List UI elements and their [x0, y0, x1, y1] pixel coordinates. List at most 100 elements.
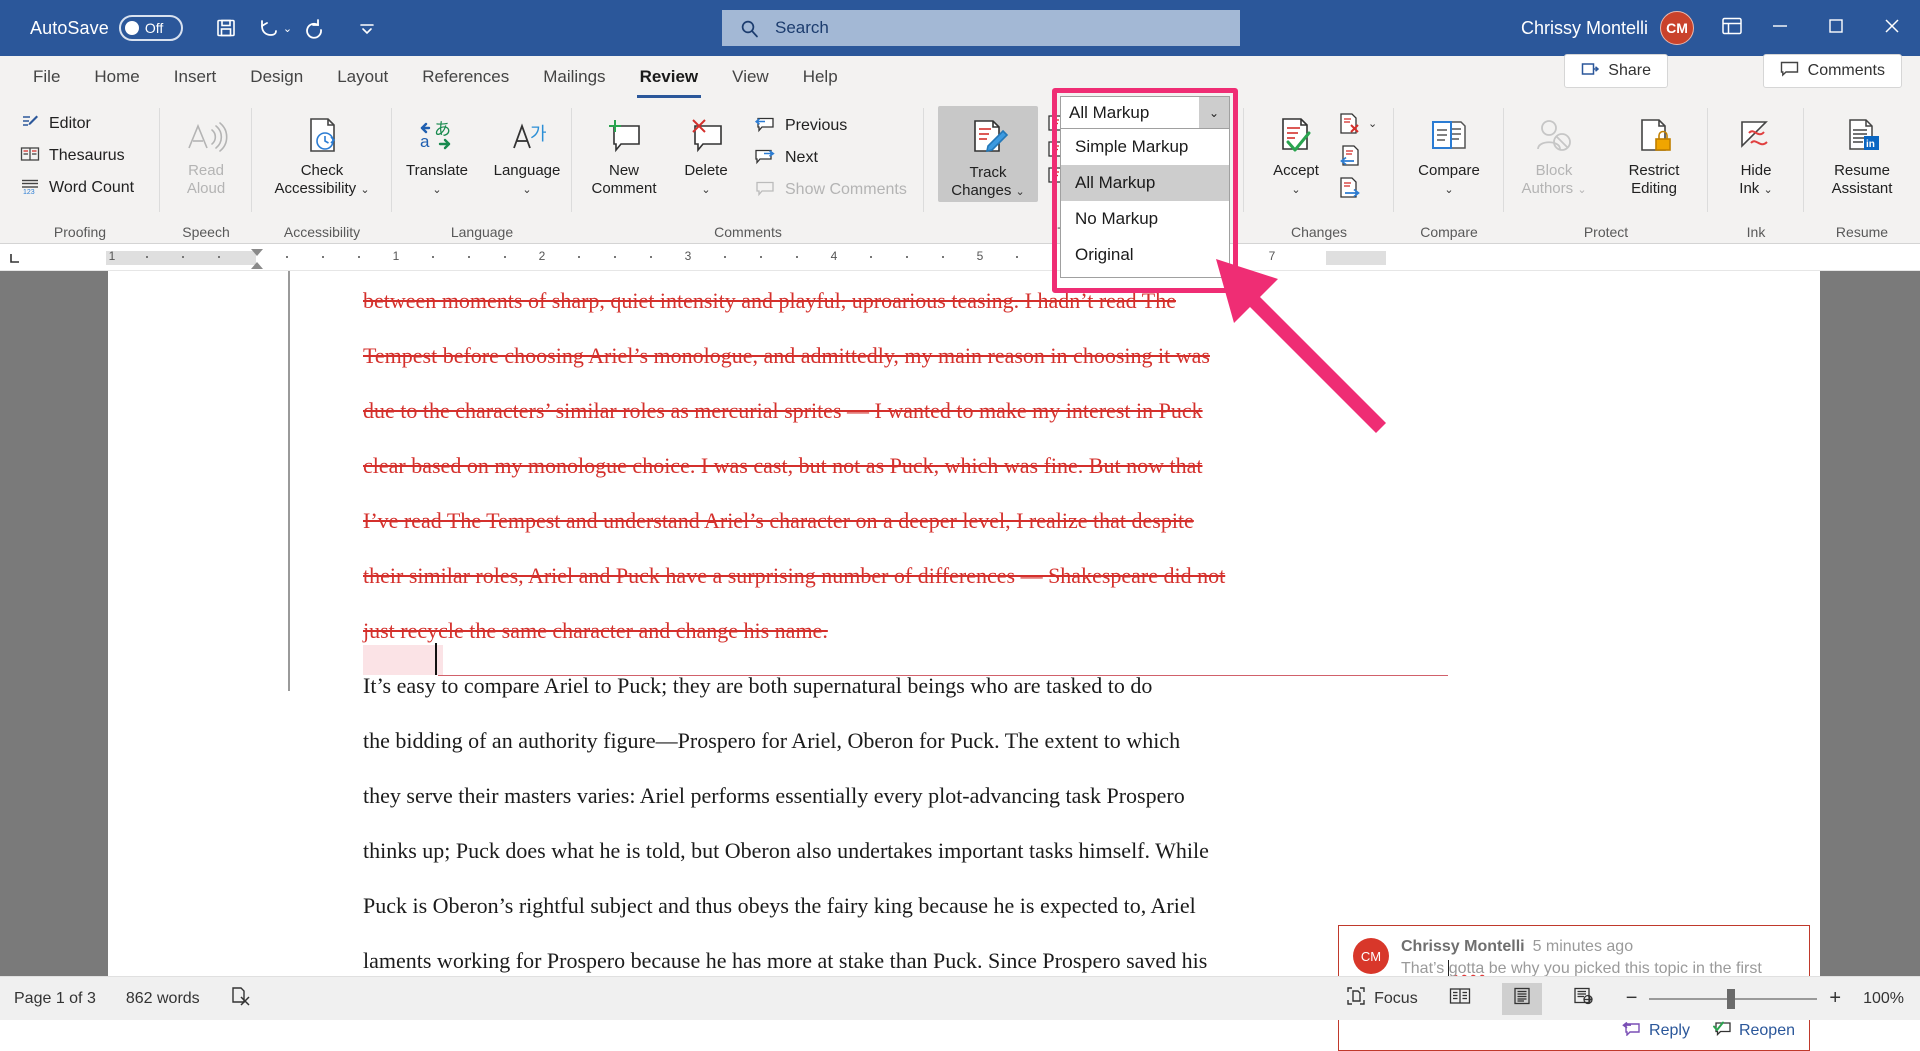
compare-button[interactable]: Compare⌄ — [1394, 106, 1504, 197]
redo-button[interactable] — [294, 8, 336, 48]
markup-option-all[interactable]: All Markup — [1061, 165, 1229, 201]
autosave-control[interactable]: AutoSave Off — [30, 15, 183, 41]
new-comment-button[interactable]: New Comment — [578, 106, 670, 206]
zoom-in-button[interactable]: + — [1829, 987, 1841, 1010]
previous-comment-button[interactable]: Previous — [748, 110, 913, 142]
restrict-editing-label: Restrict Editing — [1629, 162, 1680, 197]
document-page[interactable]: between moments of sharp, quiet intensit… — [108, 271, 1820, 976]
reject-dropdown-caret[interactable]: ⌄ — [1368, 119, 1377, 130]
tab-view[interactable]: View — [715, 56, 786, 98]
zoom-level-label[interactable]: 100% — [1863, 990, 1904, 1008]
show-comments-icon — [754, 179, 776, 202]
previous-change-button[interactable] — [1338, 140, 1377, 172]
track-changes-button[interactable]: Track Changes ⌄ — [938, 106, 1038, 202]
ruler-number: 1 — [109, 249, 116, 263]
hide-ink-button[interactable]: Hide Ink ⌄ — [1708, 106, 1804, 197]
ruler-number: 1 — [393, 249, 400, 263]
title-bar: AutoSave Off ⌄ — [0, 0, 1920, 56]
ribbon-display-options-icon — [1721, 16, 1743, 41]
focus-mode-button[interactable]: Focus — [1346, 986, 1418, 1011]
comment-author: Chrissy Montelli — [1401, 938, 1525, 956]
reopen-button[interactable]: Reopen — [1712, 1020, 1795, 1041]
deleted-line: their similar roles, Ariel and Puck have… — [363, 548, 1303, 603]
read-aloud-button[interactable]: Read Aloud — [160, 106, 252, 197]
maximize-button[interactable] — [1808, 0, 1864, 56]
language-button[interactable]: 가 Language⌄ — [482, 106, 572, 197]
display-for-review-combo[interactable]: All Markup ⌄ — [1060, 96, 1230, 129]
tab-stop-left-icon[interactable] — [0, 245, 30, 271]
resume-assistant-button[interactable]: in Resume Assistant — [1804, 106, 1920, 197]
accept-button[interactable]: Accept⌄ — [1254, 106, 1338, 204]
tab-home[interactable]: Home — [77, 56, 156, 98]
hide-ink-label: Hide Ink ⌄ — [1739, 162, 1772, 197]
thesaurus-button[interactable]: Thesaurus — [14, 140, 140, 172]
tab-help[interactable]: Help — [786, 56, 855, 98]
save-button[interactable] — [205, 8, 247, 48]
tab-references[interactable]: References — [405, 56, 526, 98]
reply-comment-icon — [1622, 1020, 1642, 1041]
accept-icon — [1273, 112, 1319, 160]
next-comment-button[interactable]: Next — [748, 142, 913, 174]
chevron-down-icon[interactable]: ⌄ — [1199, 97, 1229, 128]
word-count-indicator[interactable]: 862 words — [126, 990, 200, 1008]
document-text[interactable]: between moments of sharp, quiet intensit… — [363, 273, 1303, 988]
ribbon-display-options-button[interactable] — [1714, 12, 1750, 44]
group-label-compare: Compare — [1394, 224, 1504, 240]
word-count-button[interactable]: 123 Word Count — [14, 172, 140, 204]
markup-option-simple[interactable]: Simple Markup — [1061, 129, 1229, 165]
delete-comment-button[interactable]: Delete⌄ — [670, 106, 742, 206]
autosave-toggle[interactable]: Off — [119, 15, 183, 41]
tab-design[interactable]: Design — [233, 56, 320, 98]
page-indicator[interactable]: Page 1 of 3 — [14, 990, 96, 1008]
zoom-slider[interactable]: − + — [1626, 987, 1841, 1010]
body-line: they serve their masters varies: Ariel p… — [363, 768, 1303, 823]
proofing-errors-icon[interactable] — [230, 986, 252, 1011]
editor-button[interactable]: Editor — [14, 108, 140, 140]
focus-mode-icon — [1346, 986, 1366, 1011]
reject-button[interactable]: ⌄ — [1338, 108, 1377, 140]
customize-quick-access-button[interactable] — [346, 8, 388, 48]
close-icon — [1883, 17, 1901, 40]
search-box[interactable]: Search — [722, 10, 1240, 46]
tab-insert[interactable]: Insert — [157, 56, 234, 98]
translate-label: Translate⌄ — [406, 162, 468, 197]
markup-option-no[interactable]: No Markup — [1061, 201, 1229, 237]
tab-review[interactable]: Review — [623, 56, 716, 98]
comments-button[interactable]: Comments — [1763, 54, 1902, 88]
track-changes-icon — [965, 114, 1011, 162]
tab-layout[interactable]: Layout — [320, 56, 405, 98]
zoom-out-button[interactable]: − — [1626, 987, 1638, 1010]
translate-button[interactable]: a あ Translate⌄ — [392, 106, 482, 197]
close-button[interactable] — [1864, 0, 1920, 56]
read-mode-icon — [1449, 987, 1471, 1010]
comment-timestamp: 5 minutes ago — [1533, 938, 1634, 956]
check-accessibility-button[interactable]: Check Accessibility ⌄ — [252, 106, 392, 197]
zoom-knob[interactable] — [1727, 989, 1735, 1009]
next-change-button[interactable] — [1338, 172, 1377, 204]
read-mode-button[interactable] — [1440, 983, 1480, 1015]
user-name: Chrissy Montelli — [1521, 18, 1648, 39]
restrict-editing-button[interactable]: Restrict Editing — [1604, 106, 1704, 197]
tab-file[interactable]: File — [16, 56, 77, 98]
avatar[interactable]: CM — [1660, 11, 1694, 45]
reply-button[interactable]: Reply — [1622, 1020, 1690, 1041]
block-authors-button[interactable]: Block Authors ⌄ — [1504, 106, 1604, 197]
restrict-editing-icon — [1631, 112, 1677, 160]
read-aloud-label: Read Aloud — [187, 162, 225, 197]
print-layout-button[interactable] — [1502, 983, 1542, 1015]
zoom-track[interactable] — [1649, 998, 1817, 1000]
language-icon: 가 — [504, 112, 550, 160]
undo-dropdown-caret[interactable]: ⌄ — [283, 22, 292, 35]
delete-comment-icon — [683, 112, 729, 160]
web-layout-button[interactable] — [1564, 983, 1604, 1015]
deleted-line: Tempest before choosing Ariel’s monologu… — [363, 328, 1303, 383]
previous-comment-icon — [754, 115, 776, 138]
account-area[interactable]: Chrissy Montelli CM — [1521, 0, 1694, 56]
minimize-button[interactable] — [1752, 0, 1808, 56]
share-button[interactable]: Share — [1564, 54, 1668, 88]
ribbon-group-speech: Read Aloud Speech — [160, 98, 252, 244]
maximize-icon — [1828, 18, 1844, 39]
show-comments-button[interactable]: Show Comments — [748, 174, 913, 206]
tab-mailings[interactable]: Mailings — [526, 56, 622, 98]
ribbon-group-changes: Accept⌄ ⌄ — [1244, 98, 1394, 244]
